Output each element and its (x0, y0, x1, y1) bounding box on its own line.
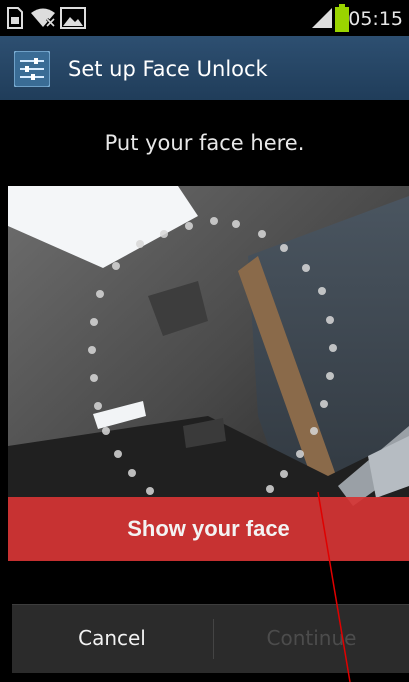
action-bar: Set up Face Unlock (0, 36, 409, 101)
show-face-banner: Show your face (8, 497, 409, 561)
signal-icon (310, 6, 334, 34)
cancel-button[interactable]: Cancel (12, 605, 212, 673)
instruction-text: Put your face here. (0, 100, 409, 186)
sim-icon (6, 7, 24, 33)
continue-button[interactable]: Continue (214, 605, 409, 673)
page-title: Set up Face Unlock (68, 57, 268, 81)
status-bar: 05:15 (0, 0, 409, 36)
status-time: 05:15 (348, 8, 403, 30)
wifi-icon (30, 7, 56, 33)
settings-sliders-icon[interactable] (13, 50, 51, 88)
button-bar: Cancel Continue (12, 604, 409, 673)
battery-icon (335, 4, 349, 36)
image-notification-icon (60, 7, 86, 33)
